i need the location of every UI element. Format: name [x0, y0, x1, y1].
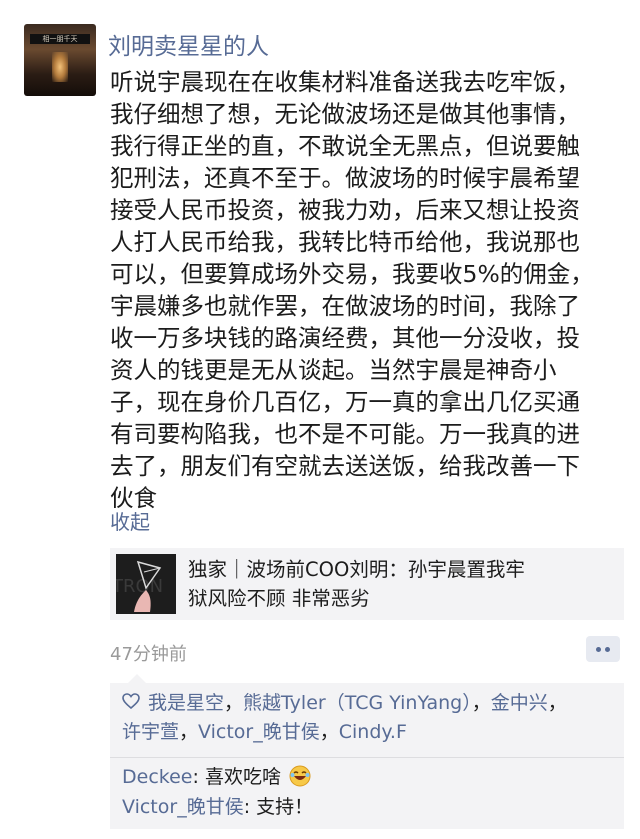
like-user[interactable]: Victor_晚甘侯	[198, 721, 320, 743]
article-title-line: 狱风险不顾 非常恶劣	[188, 587, 370, 610]
avatar[interactable]: 相一朋千天	[24, 24, 96, 96]
post-line: 宇晨嫌多也就作罢，在做波场的时间，我除了	[110, 292, 580, 320]
post-line: 子，现在身价几百亿，万一真的拿出几亿买通	[110, 388, 580, 416]
like-separator: ，	[319, 721, 339, 743]
like-separator: ，	[179, 721, 199, 743]
post-content: 听说宇晨现在在收集材料准备送我去吃牢饭， 我仔细想了想，无论做波场还是做其他事情…	[110, 66, 622, 514]
heart-icon	[122, 689, 142, 718]
dot-icon	[605, 646, 610, 652]
post-timestamp: 47分钟前	[110, 644, 187, 665]
avatar-sign: 相一朋千天	[30, 34, 90, 44]
comments-panel: 我是星空，熊越Tyler（TCG YinYang），金中兴， 许宇萱，Victor…	[110, 683, 624, 829]
laughing-emoji-icon	[289, 765, 311, 787]
like-user[interactable]: 熊越Tyler（TCG YinYang）	[243, 692, 472, 714]
post-line: 有司要构陷我，也不是不可能。万一我真的进	[110, 420, 580, 448]
tron-logo-icon: TRON	[116, 560, 163, 612]
article-thumbnail: TRON	[116, 554, 176, 614]
avatar-light	[52, 52, 68, 82]
article-title: 独家｜波场前COO刘明：孙宇晨置我牢 狱风险不顾 非常恶劣	[188, 555, 608, 613]
comment-colon: :	[192, 766, 205, 788]
like-separator: ，	[547, 692, 567, 714]
post-line: 可以，但要算成场外交易，我要收5%的佣金，	[110, 260, 594, 288]
post-line: 犯刑法，还真不至于。做波场的时候宇晨希望	[110, 164, 580, 192]
comment-user[interactable]: Victor_晚甘侯	[122, 796, 244, 818]
post-line: 资人的钱更是无从谈起。当然宇晨是神奇小	[110, 356, 557, 384]
post-line: 收一万多块钱的路演经费，其他一分没收，投	[110, 324, 580, 352]
article-title-line: 独家｜波场前COO刘明：孙宇晨置我牢	[188, 558, 525, 581]
collapse-link[interactable]: 收起	[110, 506, 150, 535]
comment-user[interactable]: Deckee	[122, 766, 192, 788]
post-line: 接受人民币投资，被我力劝，后来又想让投资	[110, 196, 580, 224]
post-line: 伙食	[110, 484, 157, 512]
like-separator: ，	[471, 692, 491, 714]
post-line: 听说宇晨现在在收集材料准备送我去吃牢饭，	[110, 68, 580, 96]
author-name[interactable]: 刘明卖星星的人	[108, 27, 269, 61]
comment-row[interactable]: Deckee: 喜欢吃啥	[122, 763, 311, 791]
comment-colon: :	[243, 796, 257, 818]
like-user[interactable]: 金中兴	[491, 692, 548, 714]
post-line: 人打人民币给我，我转比特币给他，我说那也	[110, 228, 580, 256]
thumb-watermark: TRON	[116, 576, 163, 597]
comment-text: 支持！	[256, 796, 314, 818]
comments-pointer	[128, 674, 146, 683]
likes-list: 我是星空，熊越Tyler（TCG YinYang），金中兴， 许宇萱，Victor…	[122, 689, 612, 747]
like-user[interactable]: 许宇萱	[122, 721, 179, 743]
post-line: 我仔细想了想，无论做波场还是做其他事情，	[110, 100, 580, 128]
like-user[interactable]: Cindy.F	[339, 721, 407, 743]
dot-icon	[596, 646, 601, 652]
post-line: 去了，朋友们有空就去送送饭，给我改善一下	[110, 452, 580, 480]
likes-divider	[110, 757, 624, 758]
like-separator: ，	[224, 692, 244, 714]
comment-row[interactable]: Victor_晚甘侯: 支持！	[122, 793, 313, 821]
comment-text: 喜欢吃啥	[204, 766, 281, 788]
more-options-button[interactable]	[586, 636, 620, 662]
post-line: 我行得正坐的直，不敢说全无黑点，但说要触	[110, 132, 580, 160]
shared-article-card[interactable]: TRON 独家｜波场前COO刘明：孙宇晨置我牢 狱风险不顾 非常恶劣	[110, 548, 624, 620]
like-user[interactable]: 我是星空	[148, 692, 224, 714]
